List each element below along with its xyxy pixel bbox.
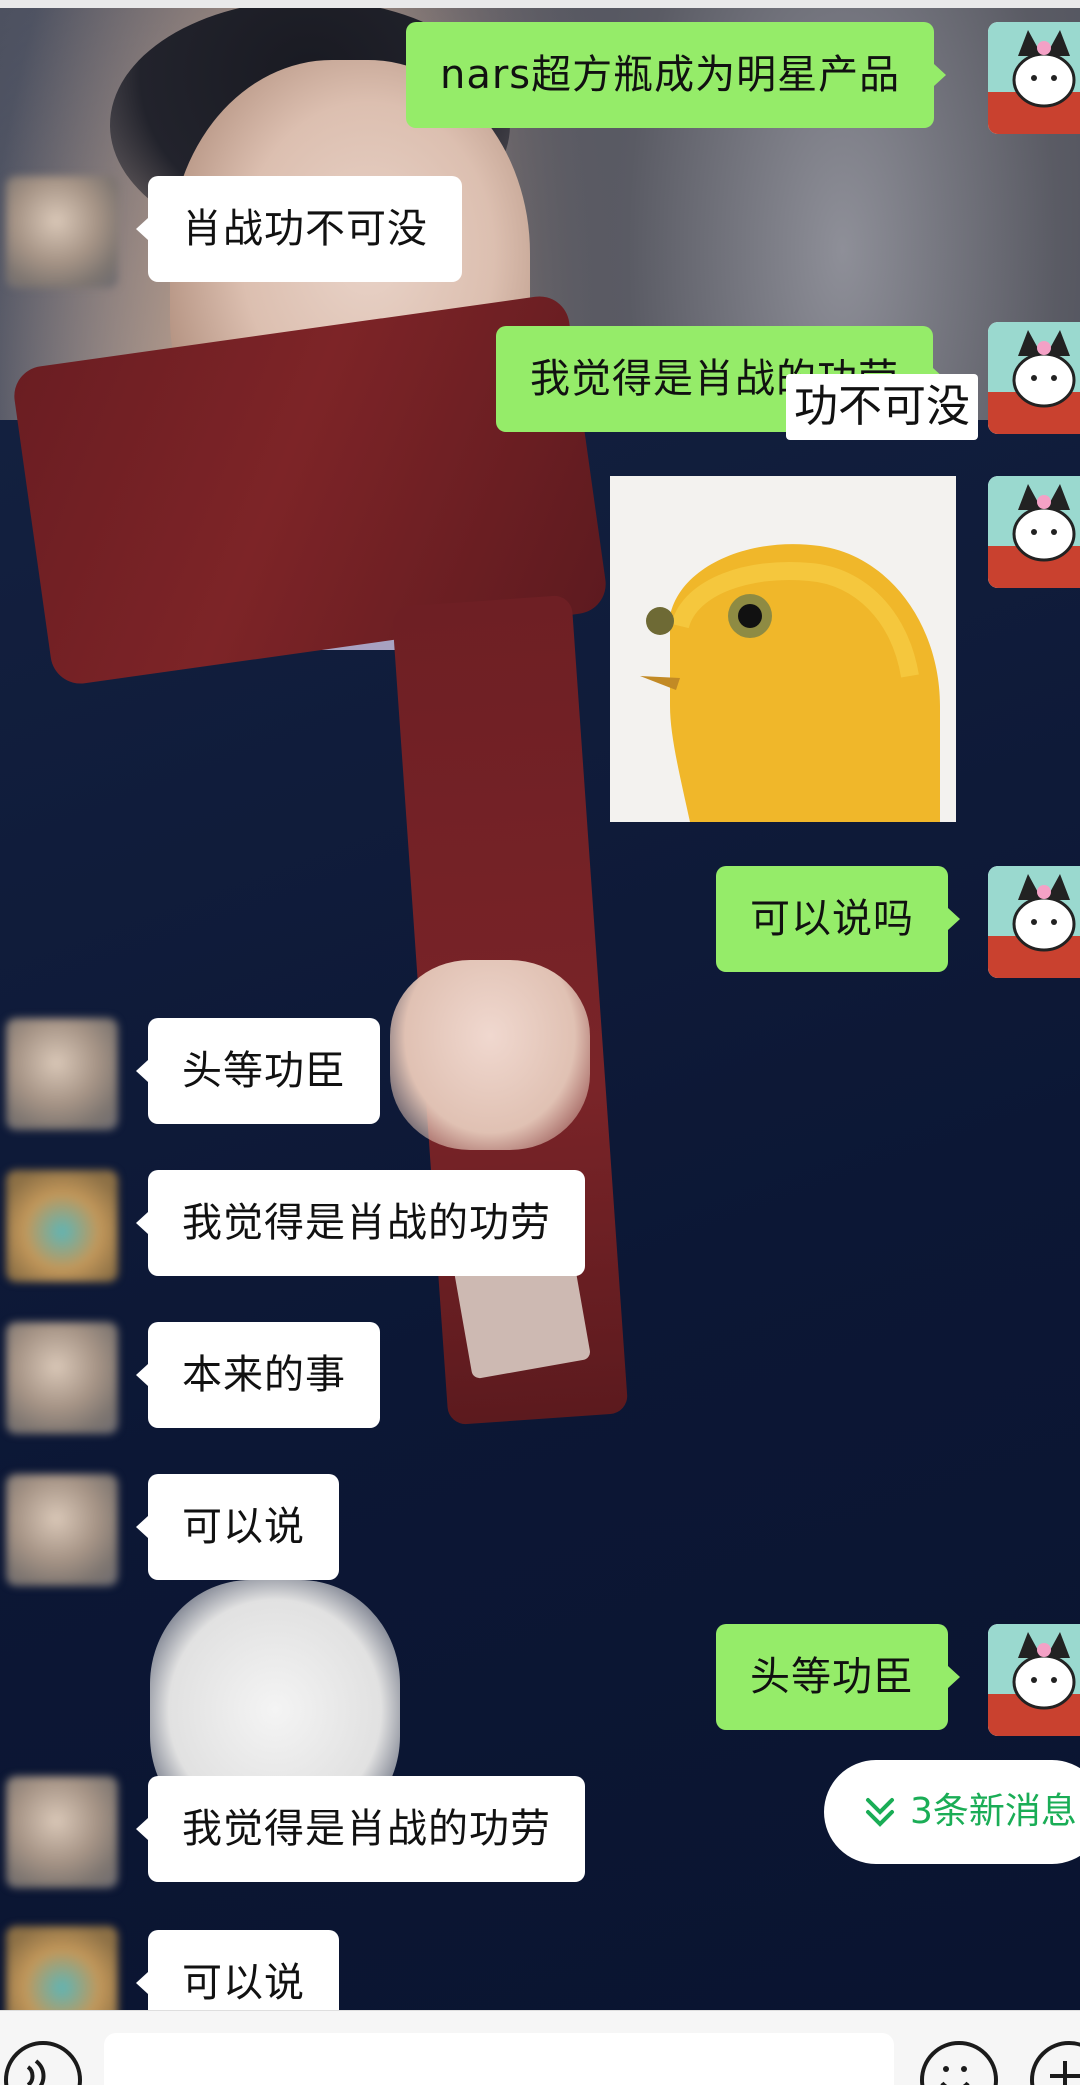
chat-screen: nars超方瓶成为明星产品 肖战功不可没 我觉得是肖战的功劳 功不可没 可以说吗…	[0, 0, 1080, 2085]
message-bubble-incoming[interactable]: 我觉得是肖战的功劳	[136, 1776, 585, 1882]
message-bubble-outgoing[interactable]: 头等功臣	[716, 1624, 960, 1730]
overlay-sticker-text: 功不可没	[786, 374, 978, 440]
message-bubble-incoming[interactable]: 我觉得是肖战的功劳	[136, 1170, 585, 1276]
chat-input-bar	[0, 2010, 1080, 2085]
self-avatar[interactable]	[988, 1624, 1080, 1736]
contact-avatar[interactable]	[6, 1170, 118, 1282]
kuromi-avatar-icon	[988, 22, 1080, 134]
message-image-sticker[interactable]	[610, 476, 956, 822]
self-avatar[interactable]	[988, 22, 1080, 134]
more-actions-button[interactable]	[1030, 2041, 1080, 2085]
kuromi-avatar-icon	[988, 476, 1080, 588]
contact-avatar[interactable]	[6, 1776, 118, 1888]
self-avatar[interactable]	[988, 322, 1080, 434]
contact-avatar[interactable]	[6, 1018, 118, 1130]
message-bubble-outgoing[interactable]: 可以说吗	[716, 866, 960, 972]
self-avatar[interactable]	[988, 866, 1080, 978]
emoji-icon	[940, 2066, 970, 2085]
self-avatar[interactable]	[988, 476, 1080, 588]
message-bubble-incoming[interactable]: 头等功臣	[136, 1018, 380, 1124]
yellow-bird-sticker-icon	[610, 476, 956, 822]
new-messages-label: 3条新消息	[910, 1791, 1077, 1832]
message-input[interactable]	[104, 2033, 894, 2085]
message-bubble-incoming[interactable]: 本来的事	[136, 1322, 380, 1428]
emoji-button[interactable]	[920, 2041, 998, 2085]
message-bubble-incoming[interactable]: 肖战功不可没	[136, 176, 462, 282]
kuromi-avatar-icon	[988, 322, 1080, 434]
kuromi-avatar-icon	[988, 1624, 1080, 1736]
message-bubble-incoming[interactable]: 可以说	[136, 1474, 339, 1580]
voice-input-button[interactable]	[4, 2041, 82, 2085]
kuromi-avatar-icon	[988, 866, 1080, 978]
message-bubble-outgoing[interactable]: nars超方瓶成为明星产品	[406, 22, 947, 128]
status-strip	[0, 0, 1080, 8]
contact-avatar[interactable]	[6, 1474, 118, 1586]
contact-avatar[interactable]	[6, 176, 118, 288]
double-chevron-down-icon	[866, 1798, 894, 1827]
plus-icon	[1050, 2061, 1080, 2085]
wallpaper-hand	[390, 960, 590, 1150]
voice-icon	[26, 2059, 46, 2085]
contact-avatar[interactable]	[6, 1322, 118, 1434]
new-messages-button[interactable]: 3条新消息	[824, 1760, 1080, 1864]
